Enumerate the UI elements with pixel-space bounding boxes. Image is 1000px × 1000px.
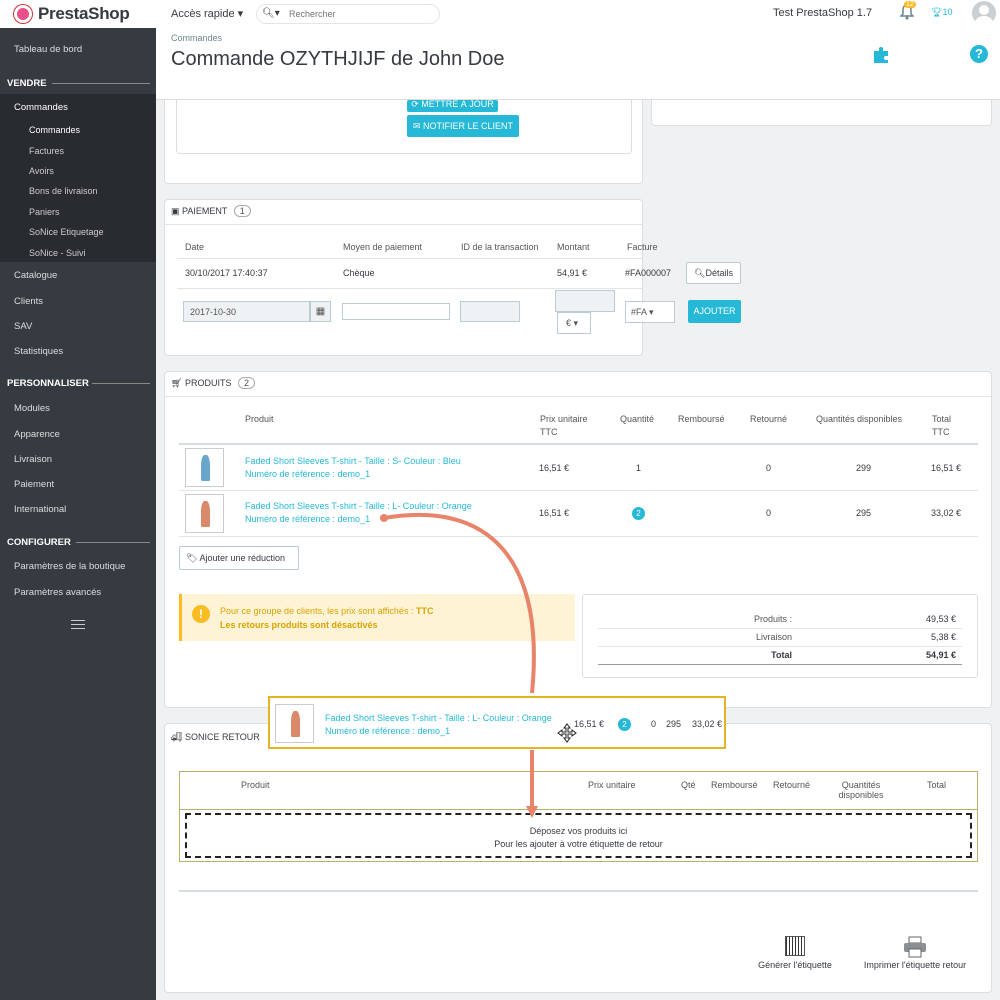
dragged-product-returned: 0 — [651, 719, 657, 729]
dragged-product-image — [275, 704, 314, 743]
dragged-product-price: 16,51 € — [574, 719, 605, 729]
dragged-product-total: 33,02 € — [692, 719, 723, 729]
dragged-product-qty: 2 — [618, 718, 631, 731]
dragged-product-name: Faded Short Sleeves T-shirt - Taille : L… — [325, 713, 552, 723]
drag-arrow — [380, 512, 538, 818]
dragged-product-available: 295 — [666, 719, 682, 729]
dragged-product-reference: Numéro de référence : demo_1 — [325, 726, 451, 736]
move-cursor-icon — [557, 723, 577, 743]
dragged-product-row[interactable]: Faded Short Sleeves T-shirt - Taille : L… — [268, 696, 726, 749]
